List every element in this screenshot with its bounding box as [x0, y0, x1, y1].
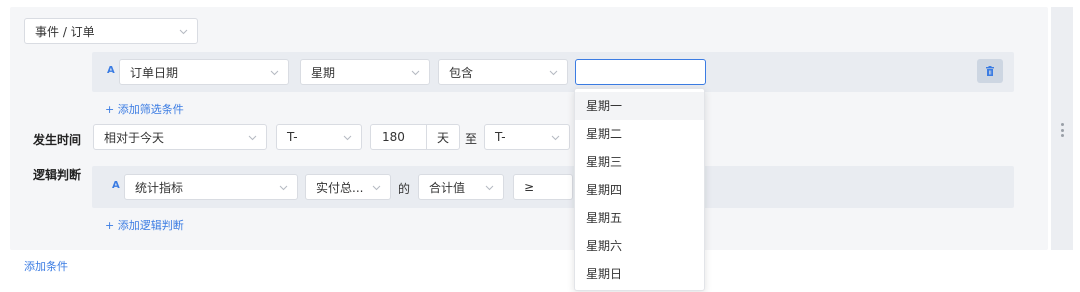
granularity-value: 星期	[311, 65, 336, 80]
chevron-down-icon	[279, 183, 288, 192]
chevron-down-icon	[372, 183, 381, 192]
weekday-option[interactable]: 星期二	[575, 120, 704, 148]
filter-field-select[interactable]: 订单日期	[119, 59, 289, 85]
chevron-down-icon	[270, 68, 279, 77]
aggregation-select[interactable]: 合计值	[418, 174, 504, 200]
chevron-down-icon	[549, 68, 558, 77]
end-prefix-value: T-	[495, 130, 506, 144]
chevron-down-icon	[551, 133, 560, 142]
weekday-option[interactable]: 星期六	[575, 232, 704, 260]
metric-value: 统计指标	[135, 180, 184, 195]
trash-icon[interactable]	[977, 59, 1003, 83]
end-prefix-select[interactable]: T-	[484, 124, 570, 150]
weekday-option[interactable]: 星期三	[575, 148, 704, 176]
weekday-dropdown: 星期一 星期二 星期三 星期四 星期五 星期六 星期日	[574, 88, 705, 291]
add-filter-link[interactable]: + 添加筛选条件	[105, 101, 184, 117]
weekday-option[interactable]: 星期四	[575, 176, 704, 204]
start-prefix-select[interactable]: T-	[276, 124, 362, 150]
weekday-option[interactable]: 星期五	[575, 204, 704, 232]
logic-badge: A	[112, 180, 120, 191]
logic-label: 逻辑判断	[33, 168, 82, 182]
metric-field-select[interactable]: 实付总...	[305, 174, 391, 200]
relative-date-select[interactable]: 相对于今天	[93, 124, 267, 150]
comparator-value: ≥	[524, 180, 535, 194]
days-unit: 天	[437, 130, 450, 145]
event-select-value: 事件 / 订单	[35, 24, 95, 39]
to-label: 至	[465, 132, 478, 146]
start-days-input[interactable]: 180 天	[370, 124, 460, 150]
relative-date-value: 相对于今天	[104, 130, 165, 145]
start-days-value: 180	[382, 130, 405, 144]
granularity-select[interactable]: 星期	[300, 59, 430, 85]
metric-field-value: 实付总...	[316, 180, 364, 195]
input-divider	[426, 125, 427, 149]
add-condition-link[interactable]: 添加条件	[24, 258, 68, 274]
event-select[interactable]: 事件 / 订单	[24, 18, 198, 44]
comparator-select[interactable]: ≥	[513, 174, 573, 200]
of-label: 的	[398, 182, 411, 196]
chevron-down-icon	[411, 68, 420, 77]
chevron-down-icon	[343, 133, 352, 142]
weekday-option[interactable]: 星期一	[575, 92, 704, 120]
aggregation-value: 合计值	[429, 180, 466, 195]
time-label: 发生时间	[33, 133, 82, 147]
more-vertical-icon[interactable]	[1060, 123, 1064, 137]
chevron-down-icon	[248, 133, 257, 142]
weekday-value-input[interactable]	[575, 59, 706, 85]
weekday-option[interactable]: 星期日	[575, 260, 704, 288]
filter-field-value: 订单日期	[130, 65, 179, 80]
filter-badge: A	[107, 65, 115, 76]
add-logic-link[interactable]: + 添加逻辑判断	[105, 217, 184, 233]
operator-value: 包含	[449, 65, 474, 80]
operator-select[interactable]: 包含	[438, 59, 568, 85]
metric-select[interactable]: 统计指标	[124, 174, 298, 200]
chevron-down-icon	[179, 27, 188, 36]
start-prefix-value: T-	[287, 130, 298, 144]
chevron-down-icon	[485, 183, 494, 192]
